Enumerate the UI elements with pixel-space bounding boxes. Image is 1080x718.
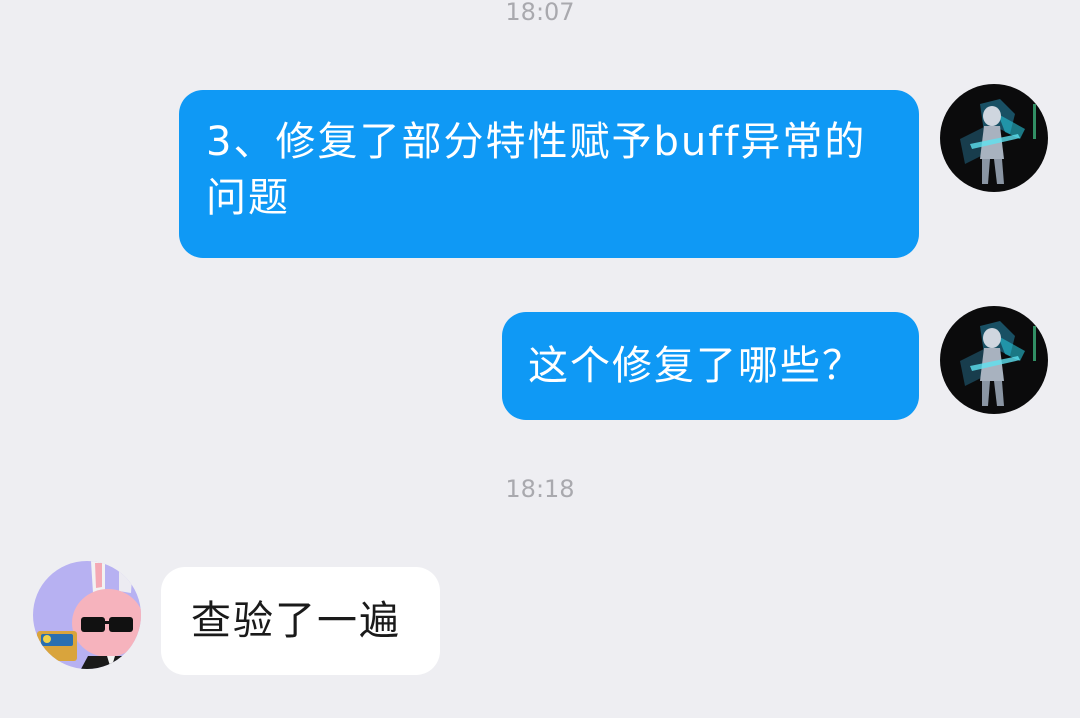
message-bubble-outgoing[interactable]: 这个修复了哪些？ [502, 312, 919, 420]
timestamp: 18:07 [505, 0, 575, 26]
message-bubble-incoming[interactable]: 查验了一遍 [161, 567, 440, 675]
message-bubble-outgoing[interactable]: 3、修复了部分特性赋予buff异常的问题 [179, 90, 919, 258]
anime-character-avatar-icon[interactable] [940, 306, 1048, 414]
chat-view: 18:07 3、修复了部分特性赋予buff异常的问题 这个修复了哪些？ 18:1… [0, 0, 1080, 718]
anime-character-avatar-icon[interactable] [940, 84, 1048, 192]
timestamp: 18:18 [505, 475, 575, 503]
bunny-sunglasses-avatar-icon[interactable] [33, 561, 141, 669]
